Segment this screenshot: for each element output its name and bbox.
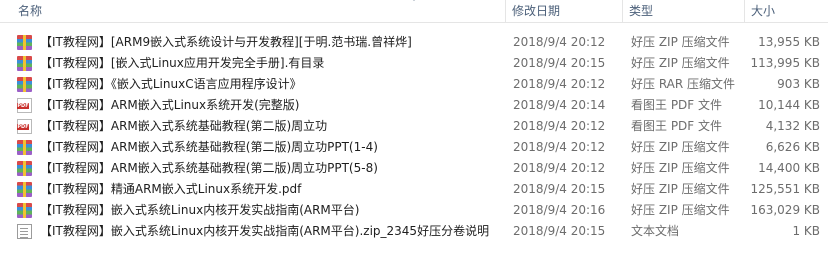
file-row[interactable]: 【IT教程网】ARM嵌入式系统基础教程(第二版)周立功PPT(5-8) 2018… [0, 158, 828, 179]
file-type: 好压 ZIP 压缩文件 [631, 140, 730, 154]
file-name: 【IT教程网】ARM嵌入式系统基础教程(第二版)周立功PPT(1-4) [40, 140, 378, 154]
file-date: 2018/9/4 20:15 [513, 56, 606, 70]
file-row[interactable]: 【IT教程网】[嵌入式Linux应用开发完全手册].有目录 2018/9/4 2… [0, 53, 828, 74]
file-name: 【IT教程网】嵌入式系统Linux内核开发实战指南(ARM平台) [40, 203, 360, 217]
file-type: 文本文档 [631, 224, 680, 238]
file-row[interactable]: PDF 【IT教程网】ARM嵌入式系统基础教程(第二版)周立功 2018/9/4… [0, 116, 828, 137]
archive-icon [17, 35, 32, 50]
file-row[interactable]: 【IT教程网】ARM嵌入式系统基础教程(第二版)周立功PPT(1-4) 2018… [0, 137, 828, 158]
file-type: 好压 RAR 压缩文件 [631, 77, 736, 91]
file-type: 看图王 PDF 文件 [631, 119, 723, 133]
file-size: 125,551 KB [750, 182, 820, 196]
file-size: 6,626 KB [765, 140, 820, 154]
archive-icon [17, 140, 32, 155]
file-name: 【IT教程网】《嵌入式LinuxC语言应用程序设计》 [40, 77, 302, 91]
file-row[interactable]: 【IT教程网】《嵌入式LinuxC语言应用程序设计》 2018/9/4 20:1… [0, 74, 828, 95]
archive-icon [17, 56, 32, 71]
file-size: 163,029 KB [750, 203, 820, 217]
pdf-icon: PDF [17, 98, 32, 113]
column-header-type[interactable]: 类型 [622, 0, 744, 22]
file-row[interactable]: PDF 【IT教程网】ARM嵌入式Linux系统开发(完整版) 2018/9/4… [0, 95, 828, 116]
file-size: 113,995 KB [750, 56, 820, 70]
file-date: 2018/9/4 20:14 [513, 98, 606, 112]
file-type: 好压 ZIP 压缩文件 [631, 161, 730, 175]
file-type: 好压 ZIP 压缩文件 [631, 35, 730, 49]
column-header-date[interactable]: 修改日期 [505, 0, 622, 22]
file-name: 【IT教程网】[ARM9嵌入式系统设计与开发教程][于明.范书瑞.曾祥烨] [40, 35, 412, 49]
file-date: 2018/9/4 20:12 [513, 140, 606, 154]
file-name: 【IT教程网】[嵌入式Linux应用开发完全手册].有目录 [40, 56, 325, 70]
file-type: 看图王 PDF 文件 [631, 98, 723, 112]
pdf-icon: PDF [17, 119, 32, 134]
archive-icon [17, 77, 32, 92]
file-type: 好压 ZIP 压缩文件 [631, 182, 730, 196]
file-row[interactable]: 【IT教程网】嵌入式系统Linux内核开发实战指南(ARM平台).zip_234… [0, 221, 828, 242]
file-list: 【IT教程网】[ARM9嵌入式系统设计与开发教程][于明.范书瑞.曾祥烨] 20… [0, 32, 828, 242]
file-date: 2018/9/4 20:12 [513, 161, 606, 175]
file-size: 13,955 KB [758, 35, 820, 49]
file-name: 【IT教程网】精通ARM嵌入式Linux系统开发.pdf [40, 182, 302, 196]
file-type: 好压 ZIP 压缩文件 [631, 56, 730, 70]
file-size: 1 KB [792, 224, 820, 238]
archive-icon [17, 182, 32, 197]
file-name: 【IT教程网】嵌入式系统Linux内核开发实战指南(ARM平台).zip_234… [40, 224, 490, 238]
column-header-name[interactable]: 名称 [12, 0, 505, 22]
file-name: 【IT教程网】ARM嵌入式系统基础教程(第二版)周立功 [40, 119, 328, 133]
file-size: 903 KB [777, 77, 820, 91]
file-date: 2018/9/4 20:16 [513, 203, 606, 217]
column-header-bar: ˄ 名称 修改日期 类型 大小 [0, 0, 828, 23]
file-row[interactable]: 【IT教程网】[ARM9嵌入式系统设计与开发教程][于明.范书瑞.曾祥烨] 20… [0, 32, 828, 53]
file-date: 2018/9/4 20:15 [513, 224, 606, 238]
file-name: 【IT教程网】ARM嵌入式系统基础教程(第二版)周立功PPT(5-8) [40, 161, 378, 175]
text-file-icon [17, 224, 32, 239]
file-name: 【IT教程网】ARM嵌入式Linux系统开发(完整版) [40, 98, 300, 112]
file-size: 10,144 KB [758, 98, 820, 112]
file-row[interactable]: 【IT教程网】精通ARM嵌入式Linux系统开发.pdf 2018/9/4 20… [0, 179, 828, 200]
file-date: 2018/9/4 20:12 [513, 77, 606, 91]
column-header-size[interactable]: 大小 [744, 0, 828, 22]
file-type: 好压 ZIP 压缩文件 [631, 203, 730, 217]
file-date: 2018/9/4 20:12 [513, 35, 606, 49]
archive-icon [17, 203, 32, 218]
file-size: 4,132 KB [765, 119, 820, 133]
file-date: 2018/9/4 20:12 [513, 119, 606, 133]
archive-icon [17, 161, 32, 176]
file-size: 14,400 KB [758, 161, 820, 175]
file-date: 2018/9/4 20:15 [513, 182, 606, 196]
file-row[interactable]: 【IT教程网】嵌入式系统Linux内核开发实战指南(ARM平台) 2018/9/… [0, 200, 828, 221]
